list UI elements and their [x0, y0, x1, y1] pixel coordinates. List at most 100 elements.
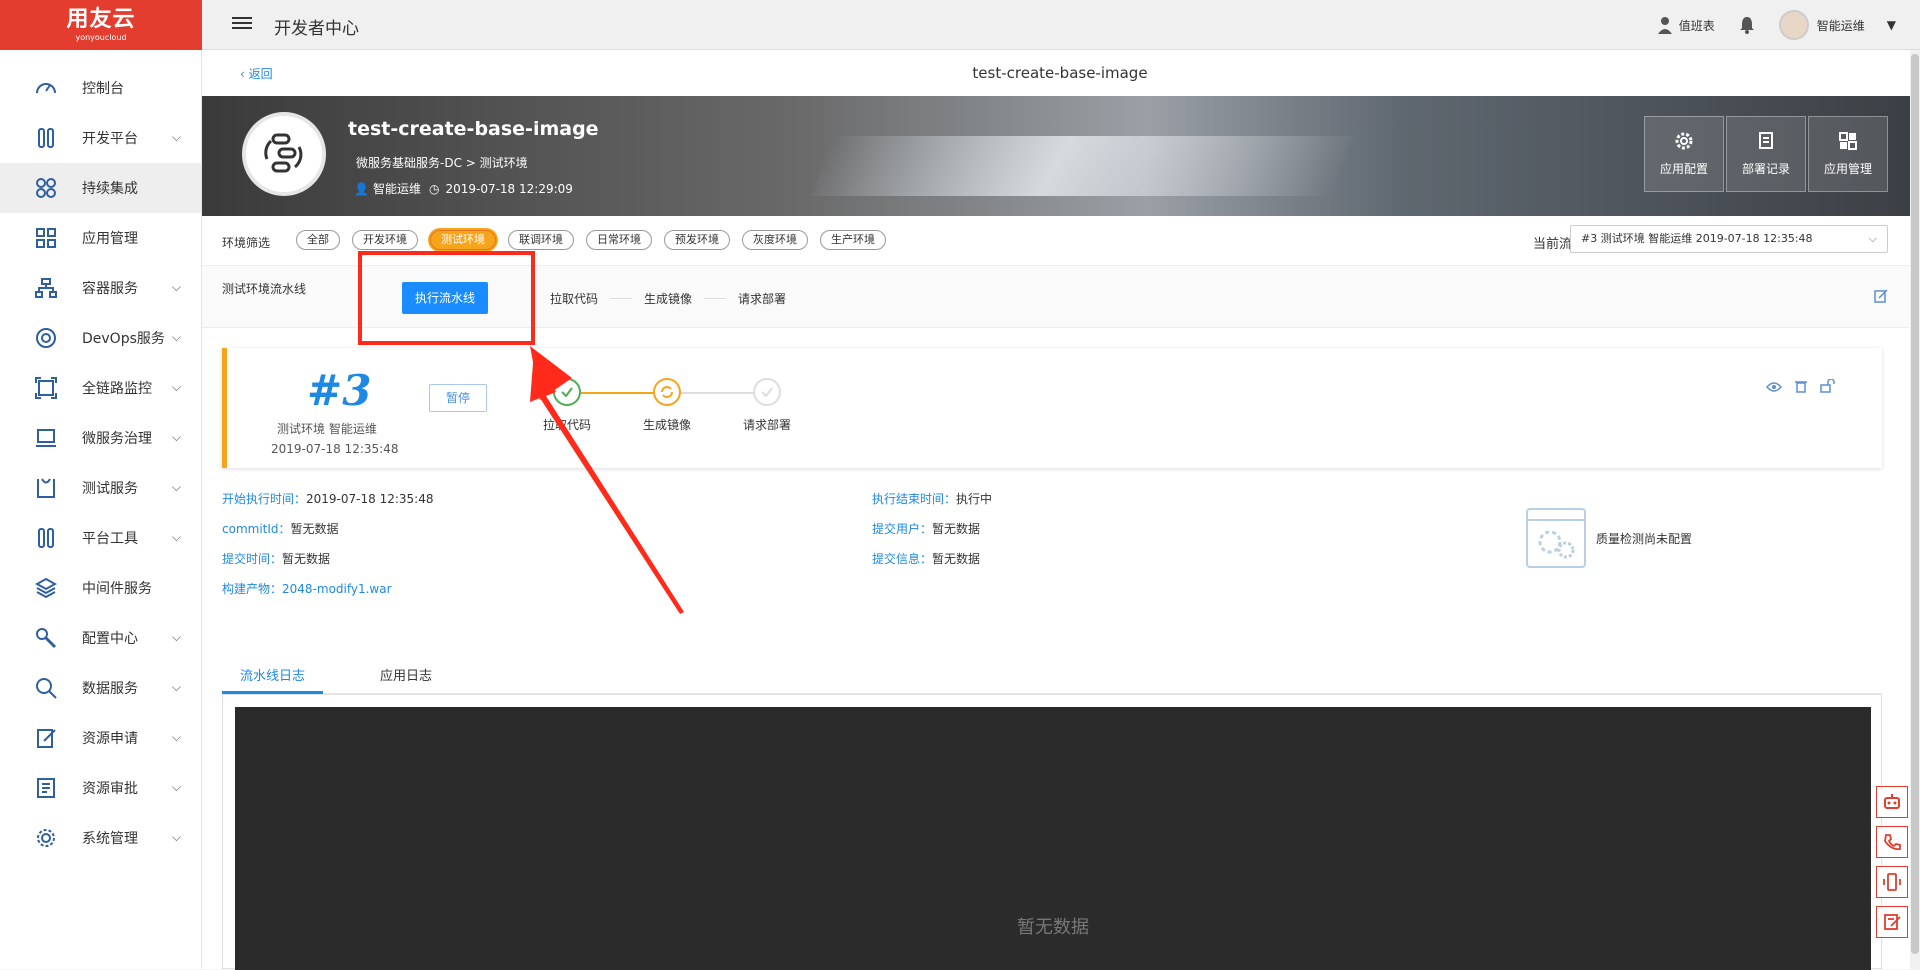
clover-icon [34, 176, 58, 200]
unlock-icon[interactable] [1820, 378, 1836, 397]
sidebar-item-middleware[interactable]: 中间件服务 [0, 563, 201, 613]
mobile-icon[interactable] [1876, 866, 1908, 898]
chevron-down-icon: ⌵ [171, 130, 181, 144]
sidebar-item-label: 全链路监控 [82, 381, 152, 397]
back-link[interactable]: ‹ 返回 [240, 65, 273, 82]
sidebar-item-system[interactable]: 系统管理 ⌵ [0, 813, 201, 863]
artifact-row: 构建产物：2048-modify1.war [222, 580, 392, 597]
robot-icon[interactable] [1876, 786, 1908, 818]
run-step-label: 生成镜像 [642, 418, 691, 432]
sidebar-item-label: DevOps服务 [82, 331, 165, 347]
env-chip-gray[interactable]: 灰度环境 [742, 230, 808, 250]
commit-value: 暂无数据 [290, 522, 339, 536]
env-chip-all[interactable]: 全部 [296, 230, 340, 250]
env-chip-test[interactable]: 测试环境 [430, 230, 496, 250]
wrench-icon [34, 626, 58, 650]
gear-icon [1675, 132, 1693, 149]
tools-icon [34, 526, 58, 550]
app-management-button[interactable]: 应用管理 [1808, 116, 1888, 192]
duty-roster-link[interactable]: 值班表 [1657, 16, 1715, 34]
document-list-icon [34, 776, 58, 800]
brand-logo[interactable]: 用友云 yonyoucloud [0, 0, 202, 50]
tab-app-log[interactable]: 应用日志 [362, 666, 450, 694]
sidebar-item-tracing[interactable]: 全链路监控 ⌵ [0, 363, 201, 413]
frame-icon [34, 376, 58, 400]
run-env-user: 测试环境 智能运维 [277, 422, 377, 436]
start-time-label: 开始执行时间： [222, 492, 307, 506]
gear-icon [34, 826, 58, 850]
app-breadcrumb: 微服务基础服务-DC > 测试环境 [356, 156, 528, 170]
trash-icon[interactable] [1794, 378, 1808, 397]
sidebar-item-resource-request[interactable]: 资源申请 ⌵ [0, 713, 201, 763]
run-step-build-image: 生成镜像 [627, 378, 707, 433]
lifebuoy-icon [34, 326, 58, 350]
dashboard-gauge-icon [34, 76, 58, 100]
sidebar-item-console[interactable]: 控制台 [0, 63, 201, 113]
submit-user-row: 提交用户：暂无数据 [872, 520, 980, 537]
sidebar-item-devops[interactable]: DevOps服务 ⌵ [0, 313, 201, 363]
user-name: 智能运维 [1816, 18, 1865, 33]
caret-down-icon: ▼ [1886, 18, 1896, 32]
pipeline-title: 测试环境流水线 [222, 282, 307, 296]
tools-icon [34, 126, 58, 150]
sidebar-item-app-management[interactable]: 应用管理 [0, 213, 201, 263]
artifact-label: 构建产物： [222, 582, 283, 596]
page-title: test-create-base-image [972, 64, 1148, 82]
sidebar-item-ci[interactable]: 持续集成 [0, 163, 201, 213]
edit-icon[interactable] [1874, 288, 1888, 307]
hamburger-menu-icon[interactable] [232, 14, 252, 32]
sidebar-item-label: 开发平台 [82, 131, 138, 147]
notification-bell-icon[interactable] [1739, 16, 1755, 34]
stage-step: 请求部署 [738, 292, 787, 306]
quality-gear-icon [1526, 508, 1586, 568]
end-time-value: 执行中 [956, 492, 993, 506]
deploy-records-button[interactable]: 部署记录 [1726, 116, 1806, 192]
artifact-link[interactable]: 2048-modify1.war [282, 582, 392, 596]
env-chip-dev[interactable]: 开发环境 [352, 230, 418, 250]
chevron-down-icon: ⌵ [171, 830, 181, 844]
scrollbar-thumb[interactable] [1911, 54, 1919, 954]
app-config-button[interactable]: 应用配置 [1644, 116, 1724, 192]
tab-pipeline-log[interactable]: 流水线日志 [222, 666, 324, 694]
sidebar: 控制台 开发平台 ⌵ 持续集成 应用管理 容器服务 ⌵ DevOps服务 ⌵ 全… [0, 50, 202, 969]
chevron-left-icon: ‹ [240, 67, 249, 81]
page-scrollbar[interactable] [1910, 50, 1920, 969]
back-label: 返回 [248, 67, 273, 81]
env-chip-daily[interactable]: 日常环境 [586, 230, 652, 250]
sidebar-item-platform-tools[interactable]: 平台工具 ⌵ [0, 513, 201, 563]
run-step-pull-code: 拉取代码 [527, 378, 607, 433]
sidebar-item-label: 控制台 [82, 81, 124, 97]
env-chip-production[interactable]: 生产环境 [820, 230, 886, 250]
avatar [1778, 10, 1809, 40]
run-card-actions [1754, 378, 1836, 397]
feedback-icon[interactable] [1876, 906, 1908, 938]
user-menu[interactable]: 智能运维 ▼ [1778, 10, 1896, 40]
run-step-request-deploy: 请求部署 [727, 378, 807, 433]
env-chip-integration[interactable]: 联调环境 [508, 230, 574, 250]
sidebar-item-resource-approval[interactable]: 资源审批 ⌵ [0, 763, 201, 813]
submit-msg-row: 提交信息：暂无数据 [872, 550, 980, 567]
sidebar-item-testing[interactable]: 测试服务 ⌵ [0, 463, 201, 513]
end-time-row: 执行结束时间：执行中 [872, 490, 992, 507]
pause-button[interactable]: 暂停 [429, 384, 487, 412]
eye-icon[interactable] [1766, 378, 1782, 397]
pipeline-select[interactable]: #3 测试环境 智能运维 2019-07-18 12:35:48 ⌵ [1570, 225, 1888, 253]
app-name: test-create-base-image [348, 118, 599, 140]
sidebar-item-microservice[interactable]: 微服务治理 ⌵ [0, 413, 201, 463]
env-chip-prerelease[interactable]: 预发环境 [664, 230, 730, 250]
sidebar-item-label: 应用管理 [82, 231, 138, 247]
app-banner: test-create-base-image 微服务基础服务-DC > 测试环境… [202, 96, 1918, 216]
log-console[interactable]: 暂无数据 [235, 707, 1871, 970]
submit-msg-value: 暂无数据 [932, 552, 981, 566]
page-header: test-create-base-image ‹ 返回 [202, 50, 1918, 96]
submit-msg-label: 提交信息： [872, 552, 933, 566]
sidebar-item-container[interactable]: 容器服务 ⌵ [0, 263, 201, 313]
submit-user-label: 提交用户： [872, 522, 933, 536]
app-action-buttons: 应用配置 部署记录 应用管理 [1642, 116, 1888, 192]
layers-icon [34, 576, 58, 600]
phone-icon[interactable] [1876, 826, 1908, 858]
sidebar-item-data-service[interactable]: 数据服务 ⌵ [0, 663, 201, 713]
sidebar-item-label: 数据服务 [82, 681, 138, 697]
sidebar-item-config-center[interactable]: 配置中心 ⌵ [0, 613, 201, 663]
sidebar-item-dev-platform[interactable]: 开发平台 ⌵ [0, 113, 201, 163]
